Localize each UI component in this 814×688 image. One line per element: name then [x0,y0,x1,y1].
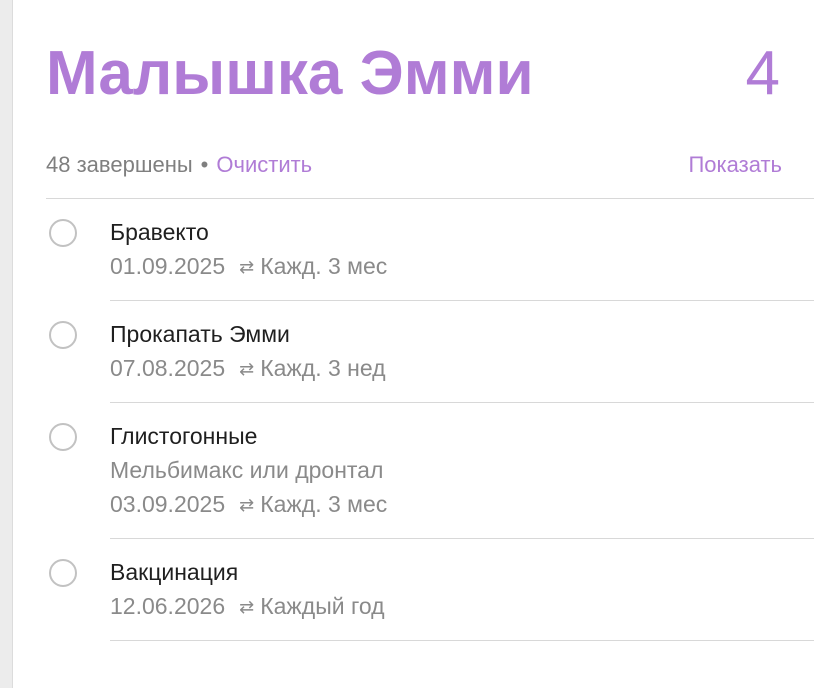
reminder-meta: 07.08.2025 ⇄ Кажд. 3 нед [110,351,814,386]
reminder-repeat: Кажд. 3 мес [260,253,388,279]
show-completed-button[interactable]: Показать [688,148,782,182]
item-divider [110,640,814,641]
reminder-date: 03.09.2025 [110,491,226,517]
clear-completed-button[interactable]: Очистить [216,152,312,177]
reminder-date: 01.09.2025 [110,253,226,279]
reminder-meta: 12.06.2026 ⇄ Каждый год [110,589,814,624]
complete-checkbox[interactable] [49,423,77,451]
reminder-item[interactable]: Прокапать Эмми 07.08.2025 ⇄ Кажд. 3 нед [0,301,814,403]
list-header: Малышка Эмми 4 [46,30,782,120]
reminder-meta: 01.09.2025 ⇄ Кажд. 3 мес [110,249,814,284]
reminder-title[interactable]: Прокапать Эмми [110,317,814,351]
reminder-title[interactable]: Вакцинация [110,555,814,589]
completed-count: 48 завершены [46,152,193,177]
reminder-item[interactable]: Глистогонные Мельбимакс или дронтал 03.0… [0,403,814,539]
reminder-count: 4 [745,39,780,108]
reminder-meta: 03.09.2025 ⇄ Кажд. 3 мес [110,487,814,522]
reminder-content: Вакцинация 12.06.2026 ⇄ Каждый год [110,555,814,624]
separator-dot: • [200,152,209,177]
reminder-note: Мельбимакс или дронтал [110,457,384,483]
reminder-content: Бравекто 01.09.2025 ⇄ Кажд. 3 мес [110,215,814,284]
repeat-icon: ⇄ [239,257,255,277]
reminder-content: Прокапать Эмми 07.08.2025 ⇄ Кажд. 3 нед [110,317,814,386]
reminders-window: Малышка Эмми 4 48 завершены • Очистить Пок… [0,0,814,688]
reminder-repeat: Каждый год [260,593,385,619]
reminder-item[interactable]: Вакцинация 12.06.2026 ⇄ Каждый год [0,539,814,641]
reminder-title[interactable]: Глистогонные [110,419,814,453]
completed-summary: 48 завершены • Очистить Показать [46,148,782,182]
complete-checkbox[interactable] [49,219,77,247]
repeat-icon: ⇄ [239,495,255,515]
repeat-icon: ⇄ [239,597,255,617]
reminder-content: Глистогонные Мельбимакс или дронтал 03.0… [110,419,814,522]
reminder-date: 12.06.2026 [110,593,226,619]
list-title: Малышка Эмми [46,39,534,108]
complete-checkbox[interactable] [49,559,77,587]
reminder-date: 07.08.2025 [110,355,226,381]
reminders-list: Бравекто 01.09.2025 ⇄ Кажд. 3 мес Прокапат… [0,199,814,641]
repeat-icon: ⇄ [239,359,255,379]
reminder-repeat: Кажд. 3 мес [260,491,388,517]
reminder-repeat: Кажд. 3 нед [260,355,386,381]
reminder-item[interactable]: Бравекто 01.09.2025 ⇄ Кажд. 3 мес [0,199,814,301]
complete-checkbox[interactable] [49,321,77,349]
reminder-title[interactable]: Бравекто [110,215,814,249]
